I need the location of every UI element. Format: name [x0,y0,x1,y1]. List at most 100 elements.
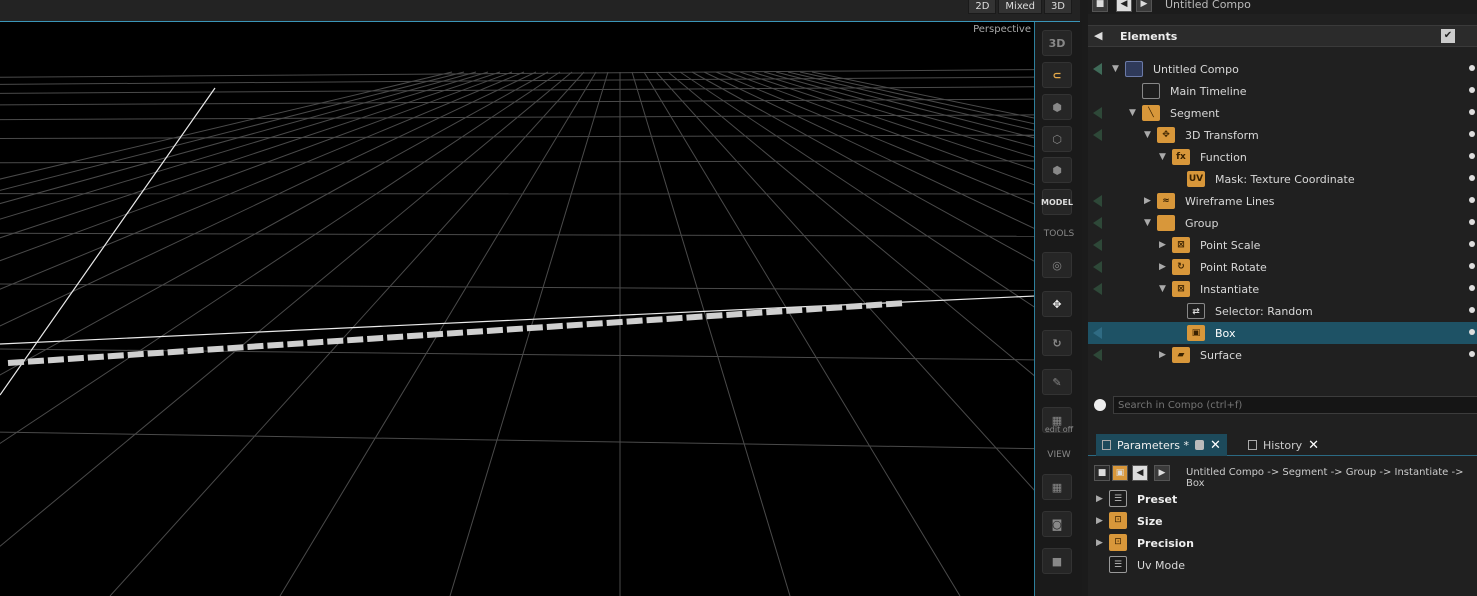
eye-icon[interactable] [1469,131,1475,137]
view-section-label: VIEW [1047,450,1071,460]
elements-title: Elements [1120,30,1178,43]
eye-icon[interactable] [1469,153,1475,159]
eye-icon[interactable] [1469,307,1475,313]
parameters-list: ▶ ☰ Preset ▶ ⊡ Size ▶ ⊡ Precision ☰ Uv M… [1088,488,1477,596]
model-button[interactable]: MODEL [1041,189,1073,215]
grid-line [0,431,1034,450]
solid-view-button[interactable]: ⬡ [1042,126,1072,152]
view-mode-switch: 2D Mixed 3D [968,0,1072,14]
pin-icon[interactable] [1093,195,1102,207]
eye-icon[interactable] [1469,351,1475,357]
tree-item-selector-random[interactable]: ⇄ Selector: Random [1088,300,1477,322]
camera-button[interactable]: ■ [1042,548,1072,574]
pin-icon[interactable] [1093,239,1102,251]
collapse-arrow-icon[interactable]: ◀ [1094,29,1102,42]
expand-arrow-icon[interactable]: ▶ [1159,240,1166,250]
expand-arrow-icon[interactable]: ▼ [1144,130,1151,140]
close-icon[interactable]: ✕ [1210,438,1221,453]
eye-icon[interactable] [1469,65,1475,71]
param-uv-mode[interactable]: ☰ Uv Mode [1088,554,1477,576]
view-mode-mixed-button[interactable]: Mixed [998,0,1042,14]
lock-icon[interactable] [1194,440,1204,450]
expand-arrow-icon[interactable]: ▼ [1159,284,1166,294]
search-input[interactable] [1113,396,1477,414]
eye-icon[interactable] [1469,175,1475,181]
param-size[interactable]: ▶ ⊡ Size [1088,510,1477,532]
tree-item-instantiate[interactable]: ▼ ⊠ Instantiate [1088,278,1477,300]
tab-parameters[interactable]: Parameters * ✕ [1096,434,1227,456]
tab-history[interactable]: History ✕ [1242,434,1325,456]
3d-viewport[interactable]: Perspective [0,22,1035,596]
tree-item-untitled-compo[interactable]: ▼ Untitled Compo [1088,58,1477,80]
lock-button[interactable]: ■ [1094,465,1110,481]
pin-icon[interactable] [1093,261,1102,273]
precision-icon: ⊡ [1109,534,1127,551]
select-tool-button[interactable]: ◎ [1042,252,1072,278]
tree-item-label: Box [1215,327,1236,340]
grid-toggle-button[interactable]: ▦ [1042,474,1072,500]
tree-item-main-timeline[interactable]: Main Timeline [1088,80,1477,102]
pin-icon[interactable] [1093,283,1102,295]
pin-icon[interactable] [1093,129,1102,141]
screenshot-button[interactable]: ◙ [1042,511,1072,537]
expand-arrow-icon[interactable]: ▼ [1112,64,1119,74]
back-button[interactable]: ◀ [1116,0,1132,12]
tree-item-mask-texture-coordinate[interactable]: UV Mask: Texture Coordinate [1088,168,1477,190]
expand-arrow-icon[interactable]: ▼ [1159,152,1166,162]
tree-item-label: Wireframe Lines [1185,195,1275,208]
tree-item-label: Untitled Compo [1153,63,1239,76]
rotate-tool-button[interactable]: ↻ [1042,330,1072,356]
pin-icon[interactable] [1093,327,1102,339]
tree-item-point-rotate[interactable]: ▶ ↻ Point Rotate [1088,256,1477,278]
pin-icon[interactable] [1093,63,1102,75]
move-tool-button[interactable]: ✥ [1042,291,1072,317]
tree-item-segment[interactable]: ▼ ╲ Segment [1088,102,1477,124]
magnet-tool-button[interactable]: ⊂ [1042,62,1072,88]
tree-item-wireframe-lines[interactable]: ▶ ≈ Wireframe Lines [1088,190,1477,212]
view-mode-3d-button[interactable]: 3D [1043,0,1072,14]
tree-item-point-scale[interactable]: ▶ ⊠ Point Scale [1088,234,1477,256]
eye-icon[interactable] [1469,219,1475,225]
tree-item-group[interactable]: ▼ Group [1088,212,1477,234]
forward-button[interactable]: ▶ [1136,0,1152,12]
eye-icon[interactable] [1469,285,1475,291]
3d-toggle-button[interactable]: 3D [1042,30,1072,56]
expand-arrow-icon[interactable]: ▶ [1096,516,1103,526]
eye-icon[interactable] [1469,241,1475,247]
check-icon[interactable]: ✔ [1441,29,1455,43]
expand-arrow-icon[interactable]: ▶ [1159,262,1166,272]
eye-icon[interactable] [1469,263,1475,269]
tab-label: History [1263,438,1303,452]
magnet-icon: ⊂ [1052,68,1062,82]
expand-arrow-icon[interactable]: ▼ [1129,108,1136,118]
expand-arrow-icon[interactable]: ▶ [1144,196,1151,206]
tree-item-3d-transform[interactable]: ▼ ✥ 3D Transform [1088,124,1477,146]
close-icon[interactable]: ✕ [1308,438,1319,453]
grid-line [727,71,1034,186]
eye-icon[interactable] [1469,197,1475,203]
box-icon: ▣ [1115,468,1125,478]
box-icon-button[interactable]: ▣ [1112,465,1128,481]
param-preset[interactable]: ▶ ☰ Preset [1088,488,1477,510]
param-precision[interactable]: ▶ ⊡ Precision [1088,532,1477,554]
expand-arrow-icon[interactable]: ▶ [1159,350,1166,360]
compo-menu-button[interactable]: ■ [1092,0,1108,12]
param-back-button[interactable]: ◀ [1132,465,1148,481]
expand-arrow-icon[interactable]: ▶ [1096,538,1103,548]
wire-view-button[interactable]: ⬢ [1042,157,1072,183]
scale-tool-button[interactable]: ✎ [1042,369,1072,395]
pin-icon[interactable] [1093,349,1102,361]
tree-item-function[interactable]: ▼ fx Function [1088,146,1477,168]
param-forward-button[interactable]: ▶ [1154,465,1170,481]
eye-icon[interactable] [1469,109,1475,115]
view-mode-2d-button[interactable]: 2D [968,0,997,14]
eye-icon[interactable] [1469,87,1475,93]
tree-item-surface[interactable]: ▶ ▰ Surface [1088,344,1477,366]
pin-icon[interactable] [1093,107,1102,119]
expand-arrow-icon[interactable]: ▶ [1096,494,1103,504]
pin-icon[interactable] [1093,217,1102,229]
tree-item-box[interactable]: ▣ Box [1088,322,1477,344]
eye-icon[interactable] [1469,329,1475,335]
expand-arrow-icon[interactable]: ▼ [1144,218,1151,228]
shaded-view-button[interactable]: ⬢ [1042,94,1072,120]
